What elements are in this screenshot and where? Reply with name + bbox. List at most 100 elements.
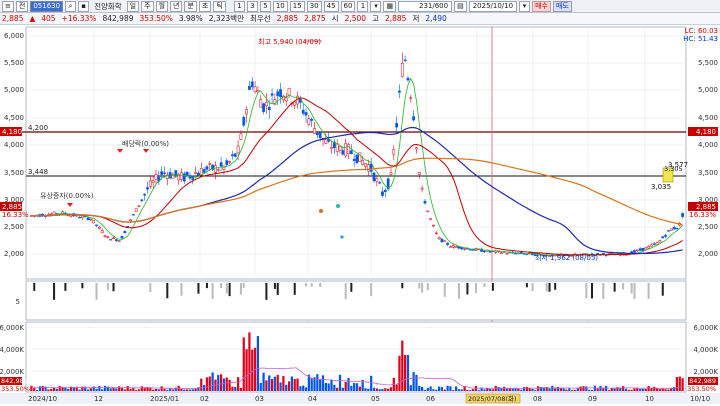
candle-body: [635, 249, 639, 252]
candle-body: [276, 91, 280, 97]
indicator-bar: [53, 283, 56, 300]
volume-bar: [208, 376, 211, 391]
candle-body: [185, 171, 189, 176]
calendar-icon[interactable]: ▤: [454, 0, 467, 12]
volume: 842,989: [102, 14, 134, 23]
volume-bar: [47, 389, 50, 391]
volume-bar: [596, 388, 599, 391]
volume-bar: [647, 386, 650, 391]
x-tick-label: 05: [371, 395, 380, 403]
period-day-button[interactable]: 일: [126, 0, 140, 12]
candle-body: [344, 143, 348, 157]
candle-body: [310, 119, 314, 121]
open-label: 시: [331, 14, 339, 23]
indicator-bar: [647, 283, 650, 299]
volume-bar: [404, 355, 407, 391]
volume-bar: [667, 389, 670, 391]
search-icon[interactable]: ⌕: [65, 0, 77, 12]
candle-body: [398, 90, 401, 93]
volume-bar: [488, 388, 492, 391]
volume-bar: [299, 386, 302, 391]
interval-1-button[interactable]: 1: [233, 0, 245, 12]
layout-icon[interactable]: ▦: [383, 0, 397, 12]
high-value: 2,885: [384, 14, 407, 23]
period-minute-button[interactable]: 분: [184, 0, 197, 12]
candle-body: [228, 161, 231, 163]
period-year-button[interactable]: 년: [170, 0, 183, 12]
price-panel[interactable]: [25, 26, 687, 280]
sell-button[interactable]: 매도: [552, 0, 572, 12]
volume-bar: [256, 336, 260, 391]
period-second-button[interactable]: 초: [198, 0, 212, 12]
volume-bar: [537, 386, 540, 391]
volume-bar: [437, 386, 441, 391]
volume-bar: [610, 388, 613, 391]
stock-code-input[interactable]: 051630: [30, 0, 64, 12]
volume-bar: [101, 389, 104, 391]
data-count-field[interactable]: 231/600: [398, 0, 453, 12]
candle-body: [412, 116, 415, 121]
candle-body: [168, 172, 172, 179]
volume-bar: [157, 389, 160, 391]
right-pct-label: 16.33%: [689, 211, 716, 219]
calendar-picker-icon[interactable]: ▾: [519, 0, 531, 12]
volume-bar: [132, 387, 135, 391]
volume-bar: [627, 389, 630, 391]
buy-button[interactable]: 매수: [532, 0, 551, 12]
interval-10-button[interactable]: 10: [272, 0, 288, 12]
chart-svg[interactable]: 6,000 5,500 5,000 4,500 4,000 3,500 3,00…: [0, 25, 720, 404]
right-4180-label: 4,180: [696, 128, 716, 136]
interval-30-button[interactable]: 30: [306, 0, 322, 12]
volume-bar: [282, 376, 285, 391]
high-label: 고: [372, 14, 379, 23]
candle-body: [123, 230, 127, 234]
signal-dot: [319, 209, 323, 213]
volume-bar: [568, 388, 571, 391]
chart-area[interactable]: 6,000 5,500 5,000 4,500 4,000 3,500 3,00…: [0, 25, 720, 404]
y-tick-label: 6,000: [4, 32, 24, 40]
interval-3-button[interactable]: 3: [246, 0, 258, 12]
y-tick-label: 5,000: [4, 86, 24, 94]
lock-icon[interactable]: ▪: [78, 0, 90, 12]
candle-body: [284, 97, 288, 102]
menu-button[interactable]: ≡: [2, 0, 14, 12]
volume-bar: [588, 389, 591, 391]
stepper-down-icon[interactable]: ▾: [370, 0, 382, 12]
interval-15-button[interactable]: 15: [289, 0, 305, 12]
x-tick-label: 12: [94, 395, 103, 403]
volume-bar: [319, 379, 322, 391]
cursor-date-label: 2025/07/08(화): [468, 395, 517, 403]
period-tick-button[interactable]: 틱: [213, 0, 226, 12]
interval-60-button[interactable]: 60: [340, 0, 356, 12]
indicator-tick: 5: [16, 298, 20, 306]
market-select[interactable]: 전: [15, 0, 29, 12]
candle-body: [163, 172, 166, 174]
volume-bar: [118, 386, 121, 391]
interval-5-button[interactable]: 5: [259, 0, 271, 12]
candle-body: [293, 101, 297, 106]
candle-body: [644, 247, 648, 250]
volume-bar: [183, 389, 186, 391]
candle-body: [446, 242, 449, 245]
indicator-bar: [112, 283, 115, 292]
indicator-bar: [242, 283, 245, 288]
left-4180-badge-label: 4,180: [2, 128, 22, 136]
volume-bar: [166, 390, 169, 391]
indicator-bar: [554, 283, 557, 290]
candle-body: [650, 244, 653, 247]
volume-tick-label: 2,000K: [0, 368, 24, 376]
indicator-bar: [548, 283, 551, 292]
candle-body: [191, 175, 195, 180]
interval-45-button[interactable]: 45: [323, 0, 339, 12]
indicator-bar: [319, 283, 322, 287]
period-week-button[interactable]: 주: [141, 0, 154, 12]
volume-bar: [517, 388, 520, 391]
candle-body: [667, 230, 670, 232]
x-tick-label: 04: [308, 395, 317, 403]
candle-body: [383, 190, 387, 192]
stepper-value[interactable]: 1: [357, 0, 369, 12]
price-change-pct: +16.33%: [61, 14, 97, 23]
volume-bar: [304, 387, 308, 391]
period-month-button[interactable]: 월: [155, 0, 169, 12]
date-field[interactable]: 2025/10/10: [468, 0, 518, 12]
